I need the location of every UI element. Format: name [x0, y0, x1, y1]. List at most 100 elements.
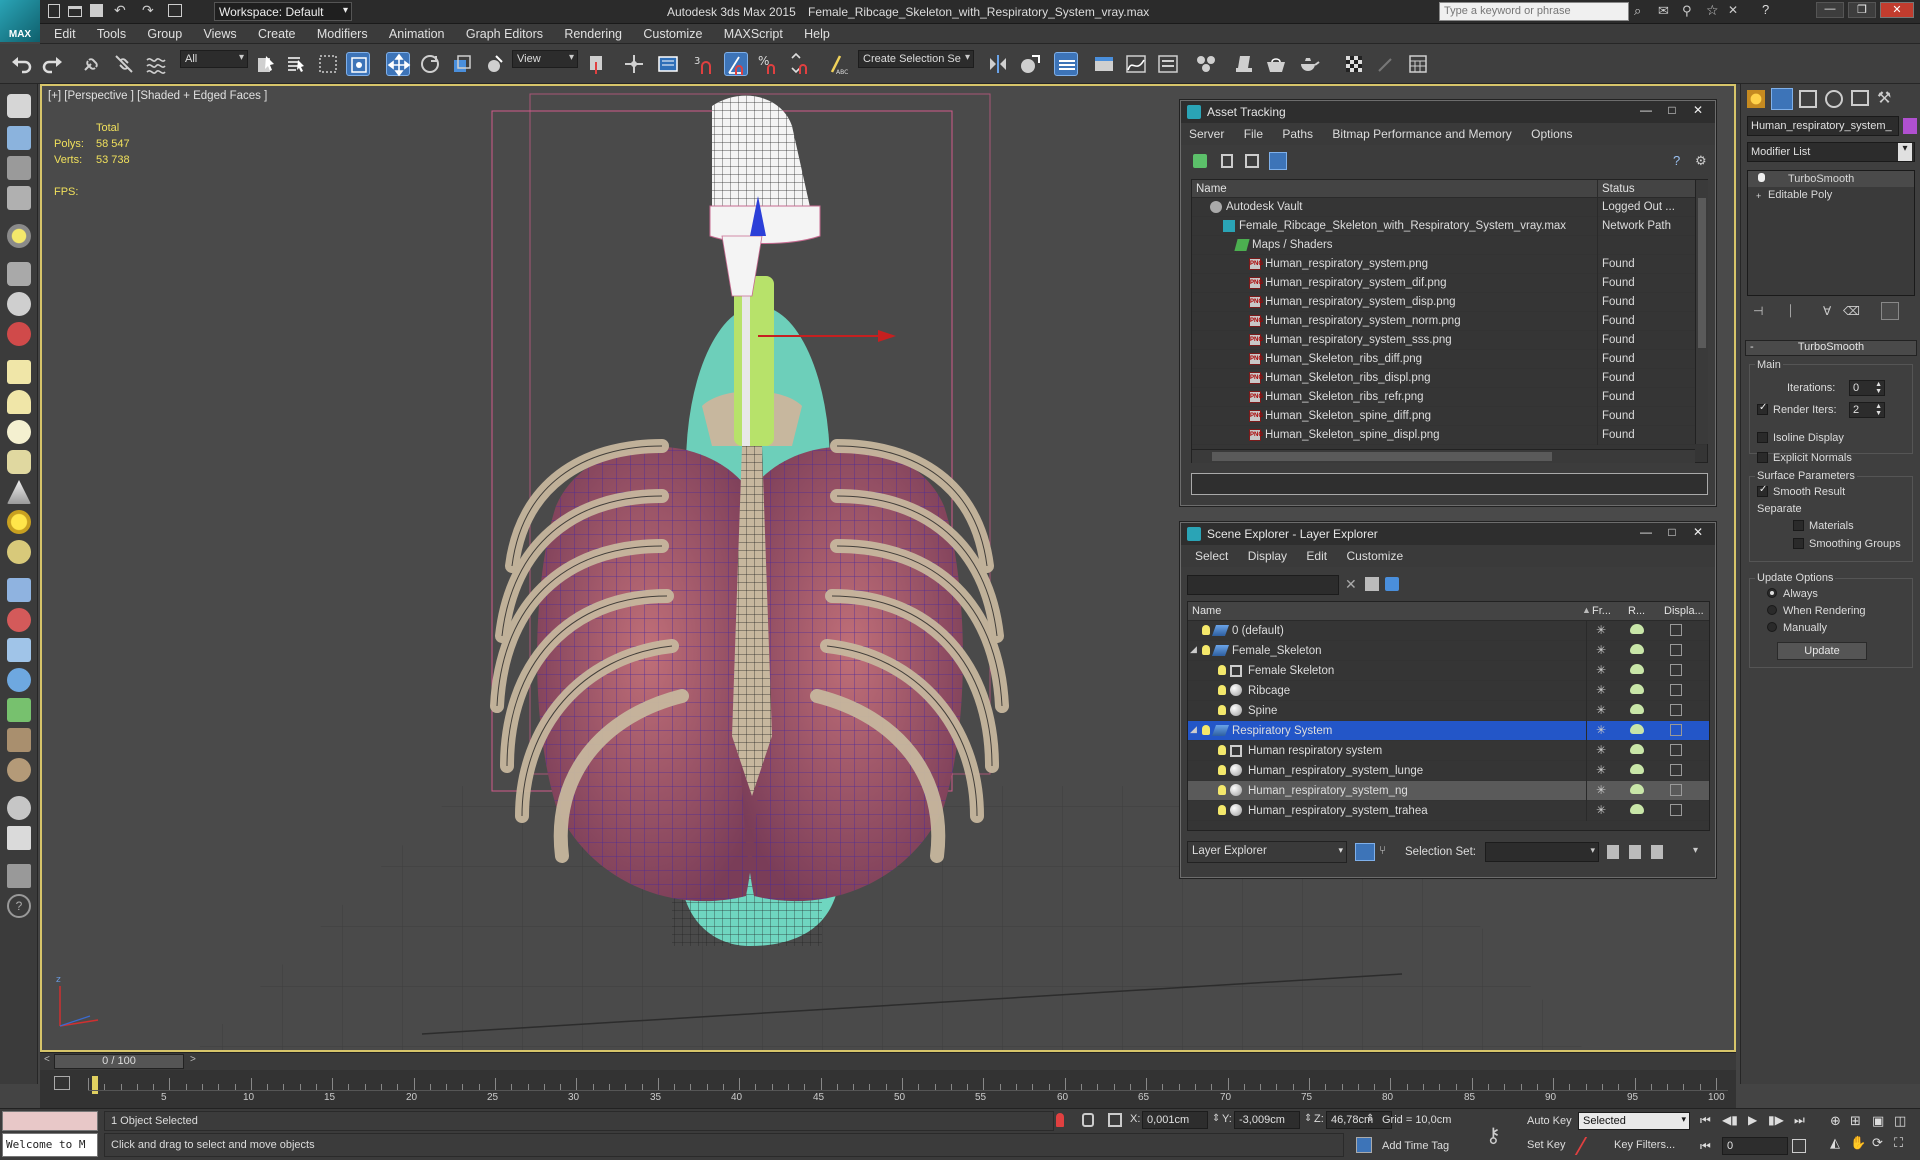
menu-maxscript[interactable]: MAXScript [715, 24, 792, 41]
select-and-rotate-button[interactable] [418, 52, 442, 76]
asset-row[interactable]: PNG Human_Skeleton_ribs_diff.png Found [1192, 350, 1707, 369]
hierarchy-icon[interactable]: ⑂ [1379, 843, 1395, 861]
render-teapot-icon[interactable] [1630, 704, 1644, 714]
render-teapot-icon[interactable] [1630, 644, 1644, 654]
menu-animation[interactable]: Animation [380, 24, 454, 41]
vray-last-render-button[interactable] [1374, 52, 1398, 76]
sun-light-icon[interactable] [7, 510, 31, 534]
previous-key-icon[interactable]: ◀▮ [1722, 1113, 1738, 1127]
asset-row[interactable]: PNG Human_respiratory_system_sss.png Found [1192, 331, 1707, 350]
render-shortcut-icon[interactable] [7, 322, 31, 346]
hierarchy-tab-icon[interactable] [1799, 90, 1817, 108]
time-slider[interactable]: < 0 / 100 > [40, 1052, 1736, 1070]
minimize-icon[interactable]: — [1635, 103, 1657, 119]
selection-set-add-icon[interactable] [1607, 845, 1619, 859]
asset-row[interactable]: PNG Human_respiratory_system_disp.png Foun… [1192, 293, 1707, 312]
remove-modifier-icon[interactable]: ⌫ [1843, 304, 1860, 318]
select-by-name-button[interactable] [284, 52, 308, 76]
render-teapot-icon[interactable] [1630, 624, 1644, 634]
asset-row[interactable]: PNG Human_Skeleton_ribs_displ.png Found [1192, 369, 1707, 388]
display-mode-icon[interactable] [1670, 724, 1682, 736]
select-and-place-button[interactable] [482, 52, 506, 76]
render-teapot-icon[interactable] [1630, 744, 1644, 754]
named-selection-set-dropdown[interactable]: Create Selection Se [858, 50, 974, 68]
light-bulb-icon[interactable] [1202, 645, 1210, 655]
display-tab-icon[interactable] [1851, 90, 1869, 106]
object-row[interactable]: Ribcage ✳ [1188, 681, 1709, 701]
maxscript-listener-top[interactable] [2, 1111, 98, 1131]
asset-row[interactable]: PNG Human_respiratory_system.png Found [1192, 255, 1707, 274]
object-color-swatch[interactable] [1903, 118, 1917, 134]
explicit-normals-checkbox[interactable] [1757, 452, 1768, 463]
freeze-snowflake-icon[interactable]: ✳ [1596, 803, 1606, 817]
freeze-snowflake-icon[interactable]: ✳ [1596, 703, 1606, 717]
smooth-result-checkbox[interactable] [1757, 484, 1768, 497]
close-icon[interactable]: ✕ [1687, 103, 1709, 119]
maximize-icon[interactable]: □ [1661, 103, 1683, 119]
asset-row[interactable]: PNG Human_Skeleton_spine_displ.png Found [1192, 426, 1707, 445]
col-name-header[interactable]: Name [1192, 605, 1221, 617]
asset-row[interactable]: Female_Ribcage_Skeleton_with_Respiratory… [1192, 217, 1707, 236]
isolate-selection-icon[interactable] [1056, 1113, 1064, 1127]
current-frame-field[interactable]: 0 [1722, 1137, 1788, 1155]
bone-tool-icon[interactable] [7, 608, 31, 632]
when-rendering-radio[interactable] [1767, 605, 1777, 615]
se-menu-customize[interactable]: Customize [1338, 549, 1411, 563]
container-icon[interactable] [7, 94, 31, 118]
window-crossing-button[interactable] [346, 52, 370, 76]
refresh-icon[interactable] [1193, 154, 1207, 168]
layer-tree[interactable]: Name ▲ Fr... R... Displa... 0 (default) ✳… [1187, 601, 1710, 831]
render-teapot-icon[interactable] [1630, 724, 1644, 734]
calculator-grid-icon[interactable] [7, 826, 31, 850]
stack-item-turbosmooth[interactable]: TurboSmooth [1748, 171, 1914, 187]
workspace-dropdown[interactable]: Workspace: Default ▾ [214, 2, 352, 21]
object-row[interactable]: Human_respiratory_system_lunge ✳ [1188, 761, 1709, 781]
unlink-selection-button[interactable] [112, 52, 136, 76]
configure-modifier-sets-icon[interactable] [1881, 302, 1899, 320]
help-icon[interactable]: ? [1762, 2, 1769, 17]
freeze-snowflake-icon[interactable]: ✳ [1596, 763, 1606, 777]
freeze-snowflake-icon[interactable]: ✳ [1596, 623, 1606, 637]
asset-row[interactable]: PNG Human_Skeleton_spine_diff.png Found [1192, 407, 1707, 426]
key-mode-dropdown[interactable]: Selected ▾ [1578, 1112, 1690, 1130]
helpers-icon[interactable] [7, 668, 31, 692]
time-slider-thumb[interactable]: 0 / 100 [54, 1054, 184, 1069]
edit-named-selection-button[interactable]: ABC [826, 52, 850, 76]
object-name-field[interactable]: Human_respiratory_system_ [1747, 116, 1899, 136]
menu-customize[interactable]: Customize [634, 24, 711, 41]
keyboard-shortcut-override-button[interactable] [656, 52, 680, 76]
new-layer-icon[interactable] [1365, 577, 1379, 591]
track-bar[interactable]: 5 10 15 20 25 30 35 40 45 50 55 60 65 70 75 80 85 90 95 100 [40, 1070, 1736, 1108]
display-mode-icon[interactable] [1670, 644, 1682, 656]
select-object-button[interactable] [254, 52, 278, 76]
light-bulb-icon[interactable] [1218, 665, 1226, 675]
close-icon[interactable]: ✕ [1687, 525, 1709, 541]
display-mode-icon[interactable] [1670, 744, 1682, 756]
add-time-tag-label[interactable]: Add Time Tag [1382, 1140, 1449, 1152]
object-row[interactable]: Female Skeleton ✳ [1188, 661, 1709, 681]
help-circle-icon[interactable]: ? [7, 894, 31, 918]
mini-curve-editor-icon[interactable] [54, 1076, 70, 1090]
smoothing-groups-checkbox[interactable] [1793, 538, 1804, 549]
menu-edit[interactable]: Edit [40, 24, 85, 41]
chevron-down-icon[interactable]: ▾ [1693, 845, 1698, 856]
asset-list[interactable]: Name Status Autodesk Vault Logged Out ...… [1191, 179, 1708, 463]
undo-icon[interactable]: ↶ [114, 2, 126, 19]
spinner-arrows-icon[interactable]: ⇕ [1212, 1113, 1220, 1124]
layer-row[interactable]: 0 (default) ✳ [1188, 621, 1709, 641]
key-filters-button[interactable]: Key Filters... [1610, 1137, 1690, 1155]
selection-filter-dropdown[interactable]: All [180, 50, 248, 68]
render-production-button[interactable] [1296, 52, 1320, 76]
tree-view-icon[interactable] [1245, 154, 1259, 168]
bulb-icon[interactable] [1758, 173, 1765, 182]
asset-row[interactable]: PNG Human_respiratory_system_norm.png Foun… [1192, 312, 1707, 331]
biped-icon[interactable] [7, 638, 31, 662]
menu-group[interactable]: Group [138, 24, 191, 41]
light-bulb-icon[interactable] [1202, 625, 1210, 635]
camera-sequencer-icon[interactable] [7, 292, 31, 316]
exchange-icon[interactable]: ✕ [1728, 3, 1738, 17]
display-mode-icon[interactable] [1670, 764, 1682, 776]
layer-manager-icon[interactable] [7, 156, 31, 180]
asset-row[interactable]: PNG Human_respiratory_system_dif.png Found [1192, 274, 1707, 293]
scene-states-icon[interactable] [7, 186, 31, 210]
